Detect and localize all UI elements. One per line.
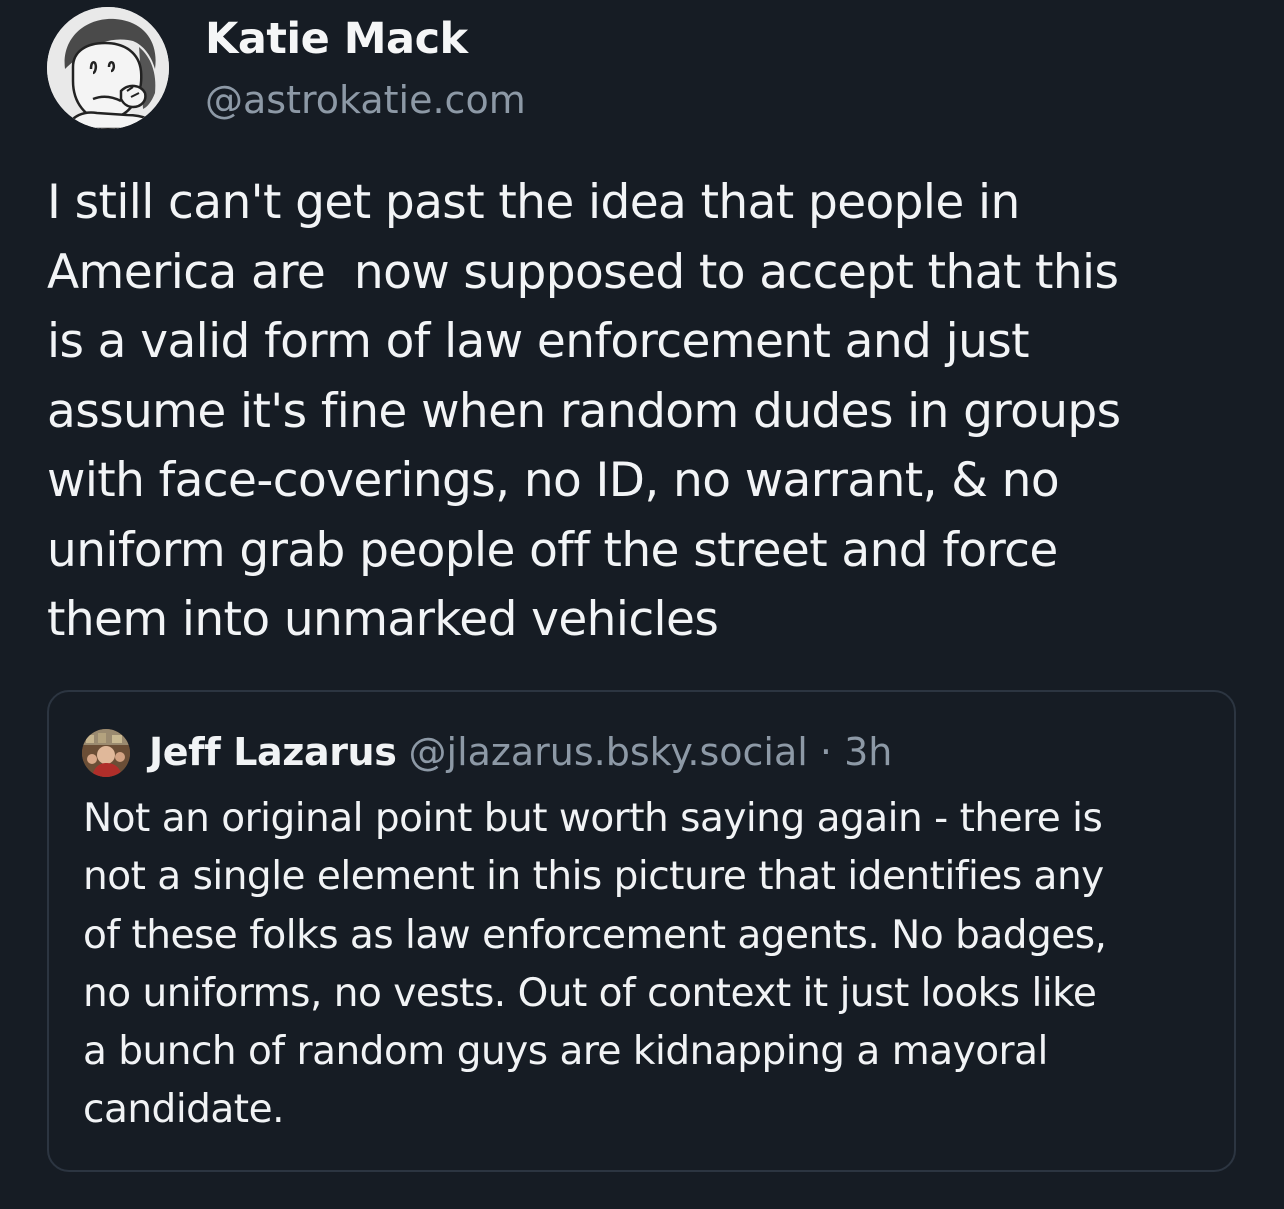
quoted-post-header: Jeff Lazarus @jlazarus.bsky.social · 3h [149, 730, 892, 774]
post-text-line: is a valid form of law enforcement and j… [47, 314, 1030, 369]
post-text-line: with face-coverings, no ID, no warrant, … [47, 453, 1060, 508]
separator-dot: · [819, 730, 832, 774]
quoted-text-line: candidate. [83, 1087, 285, 1133]
author-name[interactable]: Katie Mack [205, 14, 468, 64]
quoted-post-time[interactable]: 3h [844, 730, 892, 774]
post-text: I still can't get past the idea that peo… [47, 168, 1247, 655]
post-text-line: them into unmarked vehicles [47, 592, 719, 647]
post: Katie Mack @astrokatie.com I still can't… [0, 0, 1284, 1209]
quoted-author-handle[interactable]: @jlazarus.bsky.social [409, 730, 808, 774]
quoted-text-line: no uniforms, no vests. Out of context it… [83, 970, 1097, 1016]
quoted-post-card[interactable]: Jeff Lazarus @jlazarus.bsky.social · 3h … [47, 690, 1236, 1172]
post-text-line: assume it's fine when random dudes in gr… [47, 383, 1121, 439]
cartoon-portrait-avatar [47, 7, 169, 129]
photo-avatar [82, 729, 130, 777]
post-text-line: I still can't get past the idea that peo… [47, 175, 1020, 230]
author-handle[interactable]: @astrokatie.com [205, 78, 526, 122]
quoted-text-line: Not an original point but worth saying a… [83, 796, 1103, 841]
post-text-line: America are now supposed to accept that … [47, 244, 1119, 300]
quoted-author-name[interactable]: Jeff Lazarus [149, 730, 397, 774]
post-text-line: uniform grab people off the street and f… [47, 522, 1058, 578]
quoted-text-line: not a single element in this picture tha… [83, 854, 1104, 900]
author-avatar[interactable] [47, 7, 169, 129]
quoted-post-text: Not an original point but worth saying a… [83, 790, 1213, 1140]
quoted-text-line: of these folks as law enforcement agents… [83, 912, 1107, 958]
quoted-author-avatar[interactable] [82, 729, 130, 777]
quoted-text-line: a bunch of random guys are kidnapping a … [83, 1029, 1048, 1075]
